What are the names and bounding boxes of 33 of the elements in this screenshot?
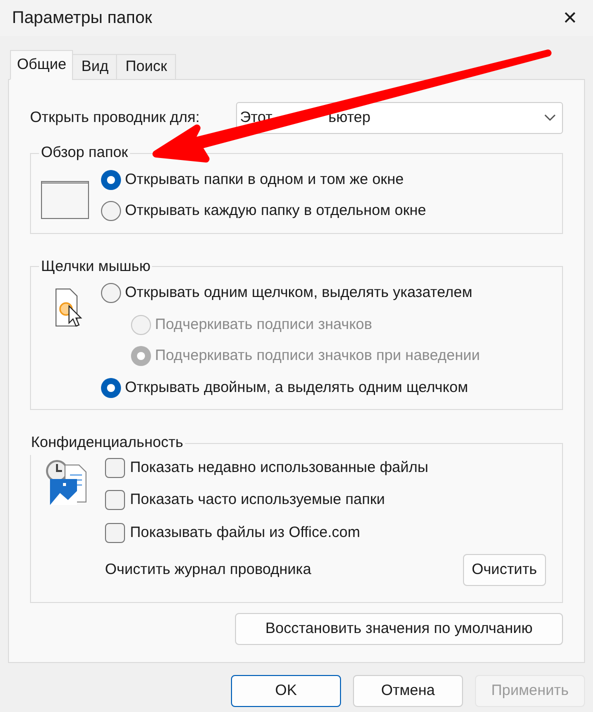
checkbox-label: Показать часто используемые папки (130, 490, 385, 510)
clear-button[interactable]: Очистить (462, 554, 546, 586)
recent-files-icon (45, 458, 89, 506)
clear-history-label: Очистить журнал проводника (105, 560, 312, 580)
chevron-down-icon (544, 114, 556, 122)
radio-button[interactable] (101, 283, 121, 304)
checkbox-label: Показать недавно использованные файлы (130, 458, 428, 478)
checkbox[interactable] (105, 490, 125, 510)
radio-button[interactable] (101, 378, 121, 398)
option-label: Подчеркивать подписи значков при наведении (155, 346, 480, 366)
group-title: Обзор папок (40, 143, 129, 163)
field-label: Открыть проводник для: (30, 108, 200, 128)
option-label: Открывать папки в одном и том же окне (125, 170, 404, 190)
radio-button[interactable] (101, 201, 121, 222)
checkbox[interactable] (105, 458, 125, 478)
checkbox[interactable] (105, 522, 125, 543)
option-label: Открывать двойным, а выделять одним щелчком (125, 378, 468, 398)
radio-button[interactable] (101, 170, 121, 190)
dialog-button[interactable]: OK (231, 675, 341, 707)
window-icon (41, 180, 89, 218)
group-title: Конфиденциальность (30, 433, 184, 453)
close-button[interactable]: ✕ (547, 0, 593, 36)
restore-defaults-button[interactable]: Восстановить значения по умолчанию (235, 613, 563, 645)
dialog-button[interactable]: Отмена (353, 675, 463, 707)
tab[interactable]: Вид (72, 54, 118, 80)
option-label: Подчеркивать подписи значков (155, 314, 372, 334)
tab[interactable]: Поиск (116, 54, 176, 80)
option-label: Открывать одним щелчком, выделять указателем (125, 283, 472, 303)
window-title: Параметры папок (12, 7, 152, 30)
group-title: Щелчки мышью (40, 256, 152, 276)
checkbox-label: Показывать файлы из Office.com (130, 522, 360, 542)
option-label: Открывать каждую папку в отдельном окне (125, 201, 426, 221)
tab[interactable]: Общие (10, 50, 74, 80)
